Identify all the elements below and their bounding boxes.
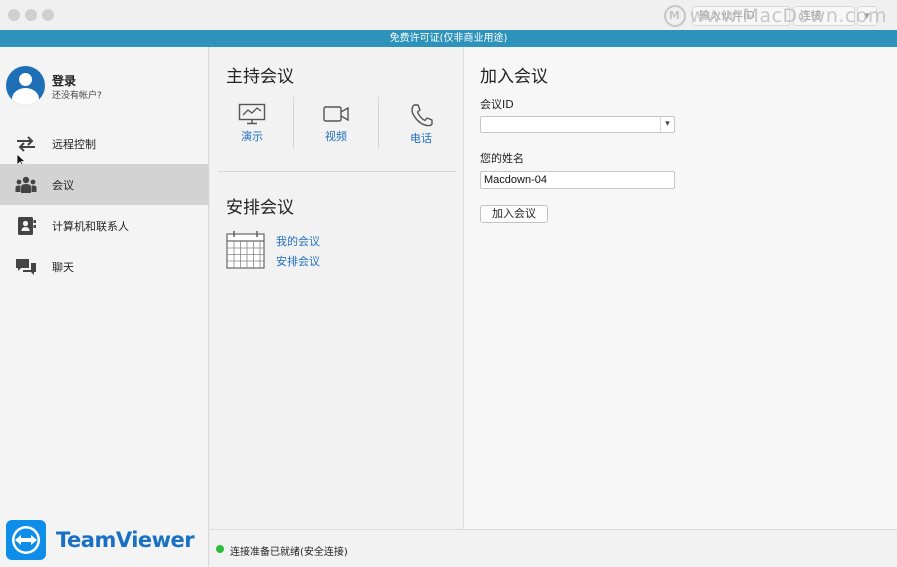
presentation-button[interactable]: 演示 xyxy=(210,99,294,151)
sidebar-item-computers-contacts[interactable]: 计算机和联系人 xyxy=(0,205,209,246)
sidebar-item-label: 计算机和联系人 xyxy=(52,220,129,233)
join-meeting-panel: 加入会议 会议ID ▾ 您的姓名 加入会议 xyxy=(464,47,897,529)
phone-icon xyxy=(411,104,433,127)
chat-icon xyxy=(16,259,36,275)
teamviewer-wordmark: TeamViewer xyxy=(56,528,195,552)
video-label: 视频 xyxy=(325,130,347,143)
teamviewer-logo: TeamViewer xyxy=(6,520,206,560)
contacts-icon xyxy=(18,217,36,235)
meeting-id-label: 会议ID xyxy=(480,98,514,111)
people-icon xyxy=(15,176,37,193)
sidebar: 登录 还没有帐户? 远程控制 会议 计算机和联系人 聊天 TeamViewer xyxy=(0,47,209,567)
sidebar-item-label: 会议 xyxy=(52,179,74,192)
avatar-body xyxy=(12,88,39,105)
sidebar-item-meeting[interactable]: 会议 xyxy=(0,164,209,205)
video-button[interactable]: 视频 xyxy=(294,99,378,151)
presentation-icon xyxy=(238,103,266,125)
sidebar-item-chat[interactable]: 聊天 xyxy=(0,246,209,287)
sidebar-item-label: 聊天 xyxy=(52,261,74,274)
presentation-label: 演示 xyxy=(241,130,263,143)
login-link[interactable]: 登录 xyxy=(52,72,76,89)
arrows-icon xyxy=(17,136,35,152)
meeting-id-value xyxy=(481,122,484,135)
status-text: 连接准备已就绪(安全连接) xyxy=(230,547,348,558)
my-meetings-link[interactable]: 我的会议 xyxy=(276,233,320,249)
minimize-window-button[interactable] xyxy=(25,9,37,21)
watermark-logo: M xyxy=(663,5,686,27)
close-window-button[interactable] xyxy=(8,9,20,21)
video-camera-icon xyxy=(323,106,349,122)
your-name-label: 您的姓名 xyxy=(480,152,524,165)
join-meeting-title: 加入会议 xyxy=(480,67,548,87)
avatar[interactable] xyxy=(6,66,45,105)
calendar-icon xyxy=(226,231,265,269)
your-name-input[interactable] xyxy=(480,171,675,189)
watermark-text: www.MacDown.com xyxy=(689,5,887,27)
zoom-window-button[interactable] xyxy=(42,9,54,21)
host-schedule-panel: 主持会议 演示 视频 电话 安排会议 我的会议 安排会议 xyxy=(210,47,464,529)
window-titlebar: 输入伙伴ID 连接 ▾ M www.MacDown.com xyxy=(0,0,897,30)
sidebar-item-label: 远程控制 xyxy=(52,138,96,151)
watermark: M www.MacDown.com xyxy=(663,4,887,28)
license-banner: 免费许可证(仅非商业用途) xyxy=(0,30,897,47)
status-bar: 连接准备已就绪(安全连接) xyxy=(210,529,897,567)
chevron-down-icon[interactable]: ▾ xyxy=(660,117,674,132)
sidebar-item-remote-control[interactable]: 远程控制 xyxy=(0,123,209,164)
join-meeting-button[interactable]: 加入会议 xyxy=(480,205,548,223)
avatar-head xyxy=(19,73,32,86)
status-indicator-icon xyxy=(216,545,224,553)
divider xyxy=(218,171,456,172)
host-meeting-title: 主持会议 xyxy=(226,67,294,87)
meeting-id-select[interactable]: ▾ xyxy=(480,116,675,133)
teamviewer-logo-icon xyxy=(6,520,46,560)
phone-button[interactable]: 电话 xyxy=(379,99,463,151)
schedule-meeting-title: 安排会议 xyxy=(226,198,294,218)
no-account-link[interactable]: 还没有帐户? xyxy=(52,88,102,101)
schedule-meeting-link[interactable]: 安排会议 xyxy=(276,253,320,269)
phone-label: 电话 xyxy=(410,132,432,145)
